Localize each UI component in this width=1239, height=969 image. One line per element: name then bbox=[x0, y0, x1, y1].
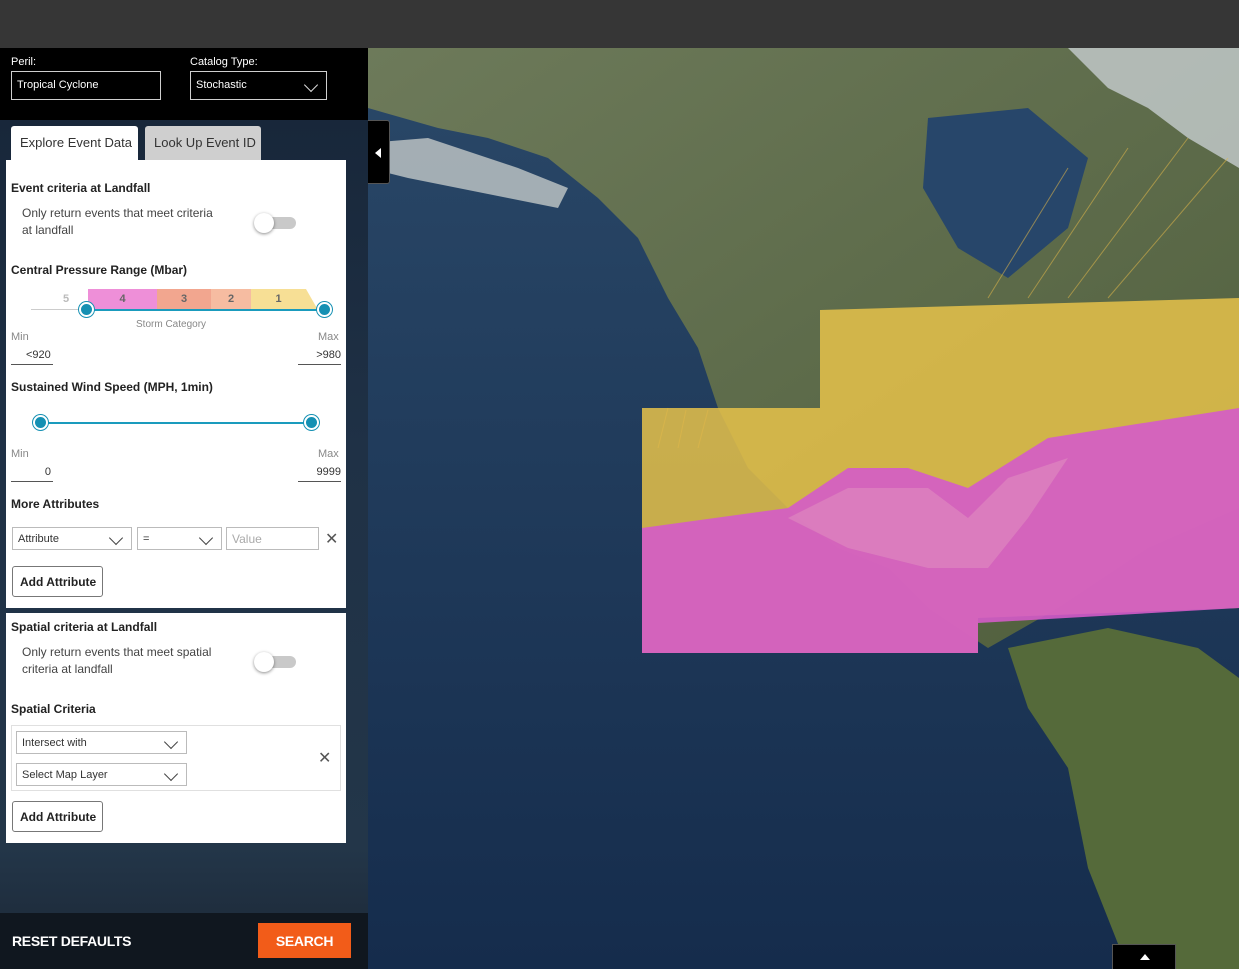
catalog-type-label: Catalog Type: bbox=[190, 56, 258, 68]
toggle-knob bbox=[254, 652, 274, 672]
sidebar: Peril: Tropical Cyclone Catalog Type: St… bbox=[0, 48, 368, 969]
chevron-down-icon bbox=[163, 766, 179, 782]
peril-label: Peril: bbox=[11, 56, 37, 68]
collapse-panel-button[interactable] bbox=[368, 120, 390, 184]
pressure-slider-min-handle[interactable] bbox=[79, 302, 94, 317]
tab-explore-event-data[interactable]: Explore Event Data bbox=[11, 126, 138, 160]
search-button[interactable]: SEARCH bbox=[258, 923, 351, 958]
reset-defaults-button[interactable]: RESET DEFAULTS bbox=[12, 933, 132, 949]
wind-min-input[interactable]: 0 bbox=[11, 466, 53, 482]
event-criteria-title: Event criteria at Landfall bbox=[11, 181, 151, 195]
category-5: 5 bbox=[62, 293, 70, 305]
pressure-slider-max-handle[interactable] bbox=[317, 302, 332, 317]
spatial-criteria-panel: Spatial criteria at Landfall Only return… bbox=[6, 613, 346, 843]
pressure-slider-track[interactable] bbox=[87, 309, 324, 311]
spatial-criteria-box: Intersect with Select Map Layer ✕ bbox=[11, 725, 341, 791]
chevron-down-icon bbox=[108, 530, 124, 546]
intersect-select[interactable]: Intersect with bbox=[16, 731, 187, 754]
add-attribute-button[interactable]: Add Attribute bbox=[12, 566, 103, 597]
operator-select[interactable]: = bbox=[137, 527, 222, 550]
category-4: 4 bbox=[88, 289, 157, 310]
close-icon[interactable]: ✕ bbox=[318, 748, 331, 768]
pressure-min-input[interactable]: <920 bbox=[11, 349, 53, 365]
pressure-max-input[interactable]: >980 bbox=[298, 349, 341, 365]
toggle-knob bbox=[254, 213, 274, 233]
event-criteria-toggle-text: Only return events that meet criteria at … bbox=[22, 206, 213, 237]
category-3: 3 bbox=[157, 289, 211, 310]
catalog-type-value: Stochastic bbox=[196, 79, 247, 91]
value-input[interactable]: Value bbox=[226, 527, 319, 550]
spatial-toggle-text: Only return events that meet spatial crit… bbox=[22, 645, 212, 676]
sidebar-footer: RESET DEFAULTS SEARCH bbox=[0, 913, 368, 969]
spatial-criteria-heading: Spatial Criteria bbox=[11, 702, 96, 716]
event-criteria-panel: Event criteria at Landfall Only return e… bbox=[6, 160, 346, 608]
more-attributes-title: More Attributes bbox=[11, 497, 100, 511]
map-view[interactable] bbox=[368, 48, 1239, 969]
peril-field[interactable]: Tropical Cyclone bbox=[11, 71, 161, 100]
pressure-max-label: Max bbox=[318, 331, 339, 343]
tab-look-up-event-id[interactable]: Look Up Event ID bbox=[145, 126, 261, 160]
central-pressure-title: Central Pressure Range (Mbar) bbox=[11, 263, 188, 277]
chevron-down-icon bbox=[303, 77, 319, 93]
category-2: 2 bbox=[211, 289, 251, 310]
sidebar-header: Peril: Tropical Cyclone Catalog Type: St… bbox=[0, 48, 368, 120]
close-icon[interactable]: ✕ bbox=[325, 529, 338, 549]
pressure-min-label: Min bbox=[11, 331, 29, 343]
chevron-down-icon bbox=[163, 734, 179, 750]
top-bar bbox=[0, 0, 1239, 48]
wind-slider-track[interactable] bbox=[41, 422, 312, 424]
event-landfall-toggle[interactable] bbox=[254, 213, 296, 233]
wind-slider-max-handle[interactable] bbox=[304, 415, 319, 430]
expand-bottom-panel-button[interactable] bbox=[1112, 944, 1176, 969]
wind-max-label: Max bbox=[318, 448, 339, 460]
peril-value: Tropical Cyclone bbox=[17, 79, 99, 91]
wind-slider-min-handle[interactable] bbox=[33, 415, 48, 430]
wind-min-label: Min bbox=[11, 448, 29, 460]
map-canvas bbox=[368, 48, 1239, 969]
spatial-landfall-toggle[interactable] bbox=[254, 652, 296, 672]
chevron-up-icon bbox=[1140, 954, 1150, 960]
map-layer-select[interactable]: Select Map Layer bbox=[16, 763, 187, 786]
spatial-criteria-title: Spatial criteria at Landfall bbox=[11, 620, 158, 634]
chevron-left-icon bbox=[375, 148, 381, 158]
wind-max-input[interactable]: 9999 bbox=[298, 466, 341, 482]
storm-category-caption: Storm Category bbox=[136, 319, 207, 330]
catalog-type-select[interactable]: Stochastic bbox=[190, 71, 327, 100]
category-1: 1 bbox=[251, 289, 306, 310]
wind-speed-title: Sustained Wind Speed (MPH, 1min) bbox=[11, 380, 213, 394]
add-spatial-attribute-button[interactable]: Add Attribute bbox=[12, 801, 103, 832]
chevron-down-icon bbox=[198, 530, 214, 546]
attribute-select[interactable]: Attribute bbox=[12, 527, 132, 550]
